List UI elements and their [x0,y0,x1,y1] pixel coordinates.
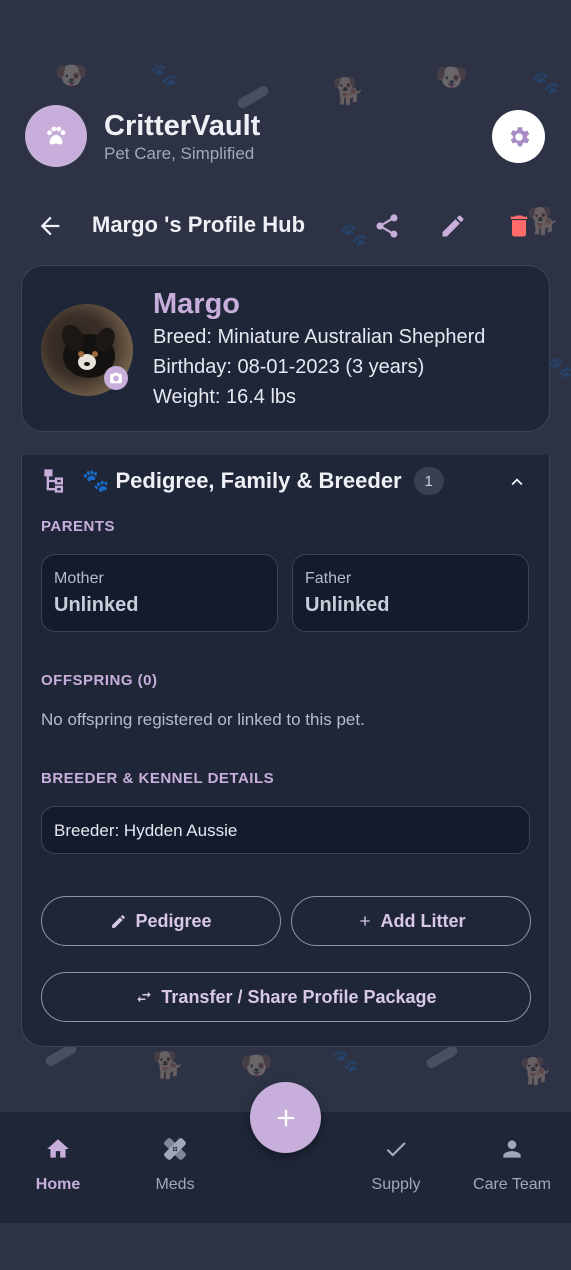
paw-pattern-icon: 🐾 [532,70,560,95]
section-title: 🐾 Pedigree, Family & Breeder [82,468,402,493]
pet-weight: Weight: 16.4 lbs [153,386,297,408]
nav-label-supply: Supply [371,1176,421,1193]
change-photo-button[interactable] [104,366,128,390]
page-title: Margo 's Profile Hub [92,212,306,237]
pedigree-section: 🐾 Pedigree, Family & Breeder 1 PARENTS M… [21,455,550,1047]
mother-label: Mother [54,570,104,587]
bandage-icon [125,1134,225,1164]
profile-hub-toolbar: Margo 's Profile Hub [0,200,571,252]
chevron-up-icon[interactable] [506,471,528,498]
father-card[interactable]: Father Unlinked [292,554,529,632]
dog-pattern-icon: 🐶 [240,1050,273,1080]
back-button[interactable] [36,212,66,240]
delete-button[interactable] [503,210,535,242]
parents-label: PARENTS [41,518,116,535]
add-fab-button[interactable] [250,1082,321,1153]
nav-item-supply[interactable]: Supply [346,1134,446,1194]
nav-label-home: Home [35,1176,81,1193]
paw-pattern-icon: 🐾 [150,62,178,87]
app-header: CritterVault Pet Care, Simplified [25,105,260,167]
family-tree-icon [44,469,63,493]
dog-pattern-icon: 🐶 [55,60,88,90]
paw-pattern-icon: 🐾 [332,1048,360,1073]
app-subtitle: Pet Care, Simplified [104,143,255,163]
app-title: CritterVault [104,109,261,142]
edit-button[interactable] [437,210,469,242]
arrow-left-icon [40,216,60,236]
profile-card: Margo Breed: Miniature Australian Shephe… [21,265,550,432]
count-badge: 1 [413,467,444,495]
paw-pattern-icon: 🐾 [548,357,571,379]
bone-pattern-icon [424,1044,460,1070]
check-icon [346,1134,446,1164]
offspring-empty-text: No offspring registered or linked to thi… [41,710,365,729]
trash-icon [510,215,528,237]
share-icon [376,214,398,238]
settings-button[interactable] [492,110,545,163]
nav-label-meds: Meds [155,1176,195,1193]
add-litter-button[interactable]: Add Litter [291,896,531,946]
pedigree-button[interactable]: Pedigree [41,896,281,946]
share-button[interactable] [371,210,403,242]
pencil-icon [442,215,464,237]
transfer-share-button-label: Transfer / Share Profile Package [161,986,437,1007]
pedigree-button-label: Pedigree [135,910,212,931]
pet-name: Margo [153,288,240,320]
father-value: Unlinked [305,594,390,616]
dog-pattern-icon: 🐕 [332,76,365,106]
nav-item-meds[interactable]: Meds [125,1134,225,1194]
dog-pattern-icon: 🐕 [152,1050,185,1080]
paw-logo-icon [25,105,87,167]
plus-icon [277,1109,294,1126]
dog-pattern-icon: 🐶 [435,62,468,92]
breeder-field[interactable]: Breeder: Hydden Aussie [41,806,530,854]
nav-item-home[interactable]: Home [8,1134,108,1194]
offspring-label: OFFSPRING (0) [41,672,158,689]
breeder-label: BREEDER & KENNEL DETAILS [41,770,275,787]
pet-birthday: Birthday: 08-01-2023 (3 years) [153,356,425,378]
nav-item-care-team[interactable]: Care Team [462,1134,562,1194]
home-icon [8,1134,108,1164]
person-icon [462,1134,562,1164]
plus-icon [357,913,373,929]
transfer-share-button[interactable]: Transfer / Share Profile Package [41,972,531,1022]
pencil-icon [110,913,127,930]
camera-icon [110,372,122,384]
nav-label-care-team: Care Team [473,1176,551,1193]
gear-icon [510,126,529,146]
breeder-value: Breeder: Hydden Aussie [54,821,238,840]
add-litter-button-label: Add Litter [380,910,466,931]
pedigree-section-header[interactable]: 🐾 Pedigree, Family & Breeder 1 [42,461,532,501]
swap-icon [135,988,153,1006]
father-label: Father [305,570,352,587]
dog-pattern-icon: 🐕 [520,1056,553,1086]
mother-value: Unlinked [54,594,139,616]
mother-card[interactable]: Mother Unlinked [41,554,278,632]
pet-breed: Breed: Miniature Australian Shepherd [153,326,486,348]
